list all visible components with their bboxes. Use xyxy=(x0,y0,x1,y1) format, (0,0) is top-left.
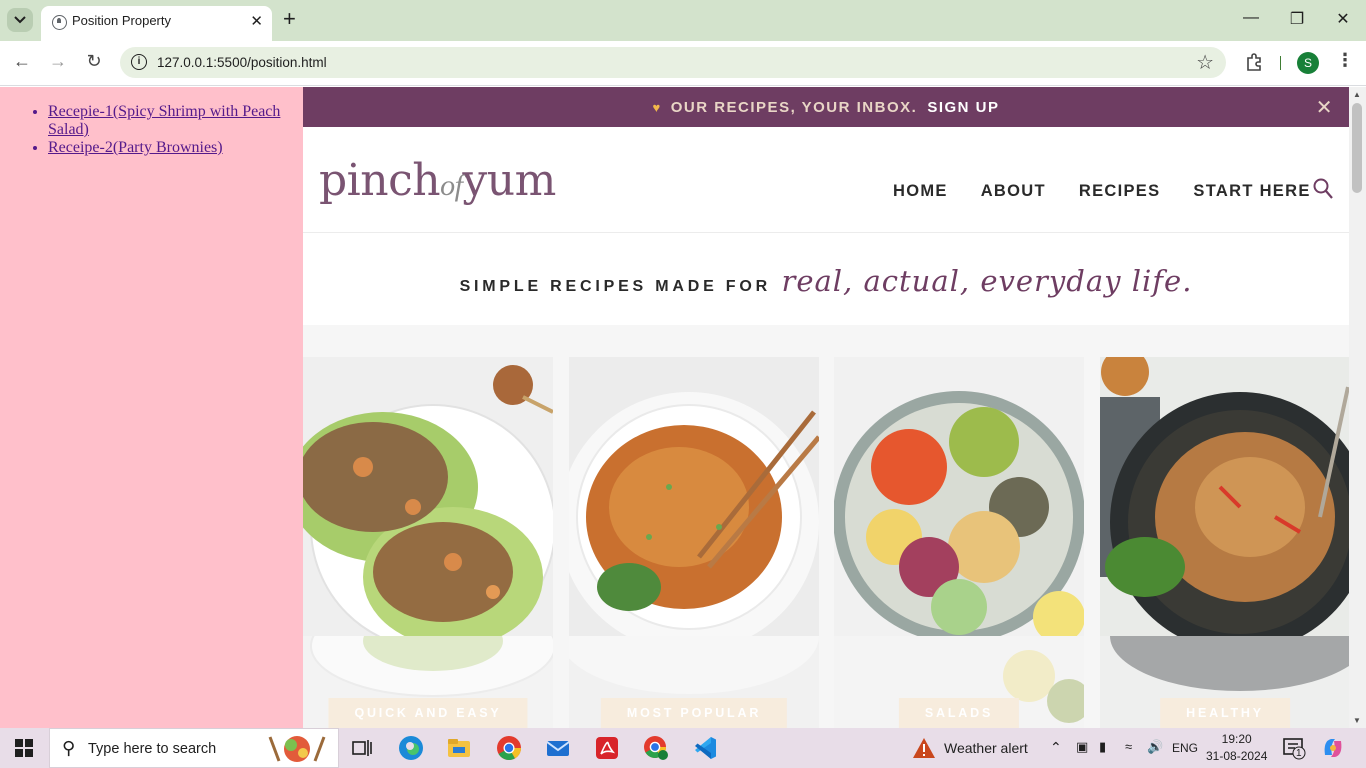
windows-start-icon[interactable] xyxy=(15,739,33,757)
clock[interactable]: 19:20 31-08-2024 xyxy=(1206,731,1267,765)
promo-text: OUR RECIPES, YOUR INBOX. xyxy=(670,98,918,116)
list-item: Recepie-1(Spicy Shrimp with Peach Salad) xyxy=(48,103,288,139)
category-label: HEALTHY xyxy=(1160,698,1290,728)
chrome-icon[interactable] xyxy=(495,734,523,762)
notifications-icon[interactable] xyxy=(1282,736,1306,760)
weather-alert-icon xyxy=(913,738,935,758)
scroll-up-icon[interactable]: ▲ xyxy=(1353,90,1361,99)
notification-count: 1 xyxy=(1296,748,1302,759)
category-card-quick-and-easy[interactable]: QUICK AND EASY xyxy=(303,357,553,728)
acrobat-pdf-icon[interactable] xyxy=(593,734,621,762)
heart-icon: ♥ xyxy=(652,99,662,115)
globe-icon xyxy=(52,15,67,30)
close-icon[interactable]: ✕ xyxy=(1316,95,1334,120)
bookmark-star-icon[interactable]: ☆ xyxy=(1196,50,1214,75)
language-indicator[interactable]: ENG xyxy=(1172,741,1198,755)
battery-icon[interactable]: ▮ xyxy=(1099,739,1106,755)
search-icon: ⚲ xyxy=(62,738,76,758)
tab-search-button[interactable] xyxy=(7,8,33,32)
tagline: SIMPLE RECIPES MADE FOR real, actual, ev… xyxy=(303,264,1349,298)
recipe-link-list: Recepie-1(Spicy Shrimp with Peach Salad)… xyxy=(48,103,288,157)
wifi-icon[interactable]: ≈ xyxy=(1125,739,1132,754)
nav-recipes[interactable]: RECIPES xyxy=(1079,182,1161,201)
tab-title: Position Property xyxy=(72,13,171,28)
category-card-healthy[interactable]: HEALTHY xyxy=(1100,357,1349,728)
forward-arrow-icon[interactable]: → xyxy=(46,51,70,72)
show-hidden-icons-icon[interactable]: ⌃ xyxy=(1050,739,1062,756)
tagline-script: real, actual, everyday life. xyxy=(781,264,1193,298)
toolbar-divider xyxy=(1280,56,1281,70)
profile-avatar[interactable]: S xyxy=(1297,52,1319,74)
search-highlight-art-icon xyxy=(268,736,326,762)
extensions-puzzle-icon[interactable] xyxy=(1244,52,1264,72)
embedded-site: ♥ OUR RECIPES, YOUR INBOX. SIGN UP ✕ pin… xyxy=(303,87,1349,728)
recipe-link-1[interactable]: Recepie-1(Spicy Shrimp with Peach Salad) xyxy=(48,103,280,138)
recipe-link-2[interactable]: Receipe-2(Party Brownies) xyxy=(48,139,223,156)
nav-home[interactable]: HOME xyxy=(893,182,948,201)
new-tab-button[interactable]: + xyxy=(283,7,296,31)
nav-about[interactable]: ABOUT xyxy=(981,182,1046,201)
restore-icon[interactable]: ❐ xyxy=(1282,9,1312,29)
category-label: MOST POPULAR xyxy=(600,698,788,728)
list-item: Receipe-2(Party Brownies) xyxy=(48,139,288,157)
scrollbar-thumb[interactable] xyxy=(1352,103,1362,193)
site-logo[interactable]: pinchofyum xyxy=(319,155,556,206)
edge-browser-icon[interactable] xyxy=(397,734,425,762)
window-close-icon[interactable]: ✕ xyxy=(1328,9,1358,29)
taskbar-search-placeholder: Type here to search xyxy=(88,741,217,757)
vscode-icon[interactable] xyxy=(691,734,719,762)
category-card-most-popular[interactable]: MOST POPULAR xyxy=(569,357,819,728)
scroll-down-icon[interactable]: ▼ xyxy=(1353,716,1361,725)
food-photo-salad-bowl xyxy=(834,357,1084,636)
search-icon[interactable] xyxy=(1313,178,1333,200)
windows-taskbar: ⚲ Type here to search Weather alert ⌃ ▣ … xyxy=(0,728,1366,768)
tagline-caps: SIMPLE RECIPES MADE FOR xyxy=(459,278,771,295)
food-photo-noodles xyxy=(569,357,819,636)
sign-up-link[interactable]: SIGN UP xyxy=(927,99,999,116)
tab-close-icon[interactable]: ✕ xyxy=(250,12,263,30)
nav-start-here[interactable]: START HERE xyxy=(1193,182,1310,201)
clock-date: 31-08-2024 xyxy=(1206,749,1268,763)
category-label: SALADS xyxy=(898,698,1020,728)
page-scrollbar[interactable]: ▲ ▼ xyxy=(1349,87,1366,728)
chrome-profile-icon[interactable] xyxy=(642,734,670,762)
logo-part-of: of xyxy=(440,169,463,202)
site-info-icon[interactable]: i xyxy=(131,54,147,70)
url-text[interactable]: 127.0.0.1:5500/position.html xyxy=(157,55,327,70)
address-bar[interactable]: i 127.0.0.1:5500/position.html ☆ xyxy=(120,47,1226,78)
clock-time: 19:20 xyxy=(1221,732,1252,746)
category-card-salads[interactable]: SALADS xyxy=(834,357,1084,728)
weather-widget[interactable]: Weather alert xyxy=(912,737,1028,759)
weather-text: Weather alert xyxy=(944,740,1028,756)
browser-menu-icon[interactable]: ⋮ xyxy=(1336,50,1354,71)
tagline-band: SIMPLE RECIPES MADE FOR real, actual, ev… xyxy=(303,234,1349,325)
site-header: pinchofyum HOME ABOUT RECIPES START HERE xyxy=(303,127,1349,233)
back-arrow-icon[interactable]: ← xyxy=(10,51,34,72)
reload-icon[interactable]: ↻ xyxy=(82,51,106,72)
promo-banner: ♥ OUR RECIPES, YOUR INBOX. SIGN UP ✕ xyxy=(303,87,1349,127)
minimize-icon[interactable]: — xyxy=(1236,9,1266,27)
main-nav: HOME ABOUT RECIPES START HERE xyxy=(893,182,1311,201)
category-label: QUICK AND EASY xyxy=(328,698,528,728)
logo-part-pinch: pinch xyxy=(319,155,441,206)
file-explorer-icon[interactable] xyxy=(445,734,473,762)
sidebar: Recepie-1(Spicy Shrimp with Peach Salad)… xyxy=(0,87,303,728)
food-photo-pan-noodles xyxy=(1100,357,1349,636)
chevron-down-icon xyxy=(14,16,26,24)
task-view-icon[interactable] xyxy=(348,734,376,762)
volume-icon[interactable]: 🔊 xyxy=(1147,739,1163,755)
taskbar-search[interactable]: ⚲ Type here to search xyxy=(49,728,339,768)
mail-icon[interactable] xyxy=(544,734,572,762)
copilot-icon[interactable] xyxy=(1320,735,1346,761)
logo-part-yum: yum xyxy=(462,155,556,206)
browser-tab[interactable]: Position Property ✕ xyxy=(41,6,272,41)
meet-now-icon[interactable]: ▣ xyxy=(1076,739,1088,755)
food-photo-lettuce-wraps xyxy=(303,357,553,636)
tab-bar: Position Property ✕ + — ❐ ✕ xyxy=(0,0,1366,41)
browser-toolbar: ← → ↻ i 127.0.0.1:5500/position.html ☆ xyxy=(0,41,1366,86)
